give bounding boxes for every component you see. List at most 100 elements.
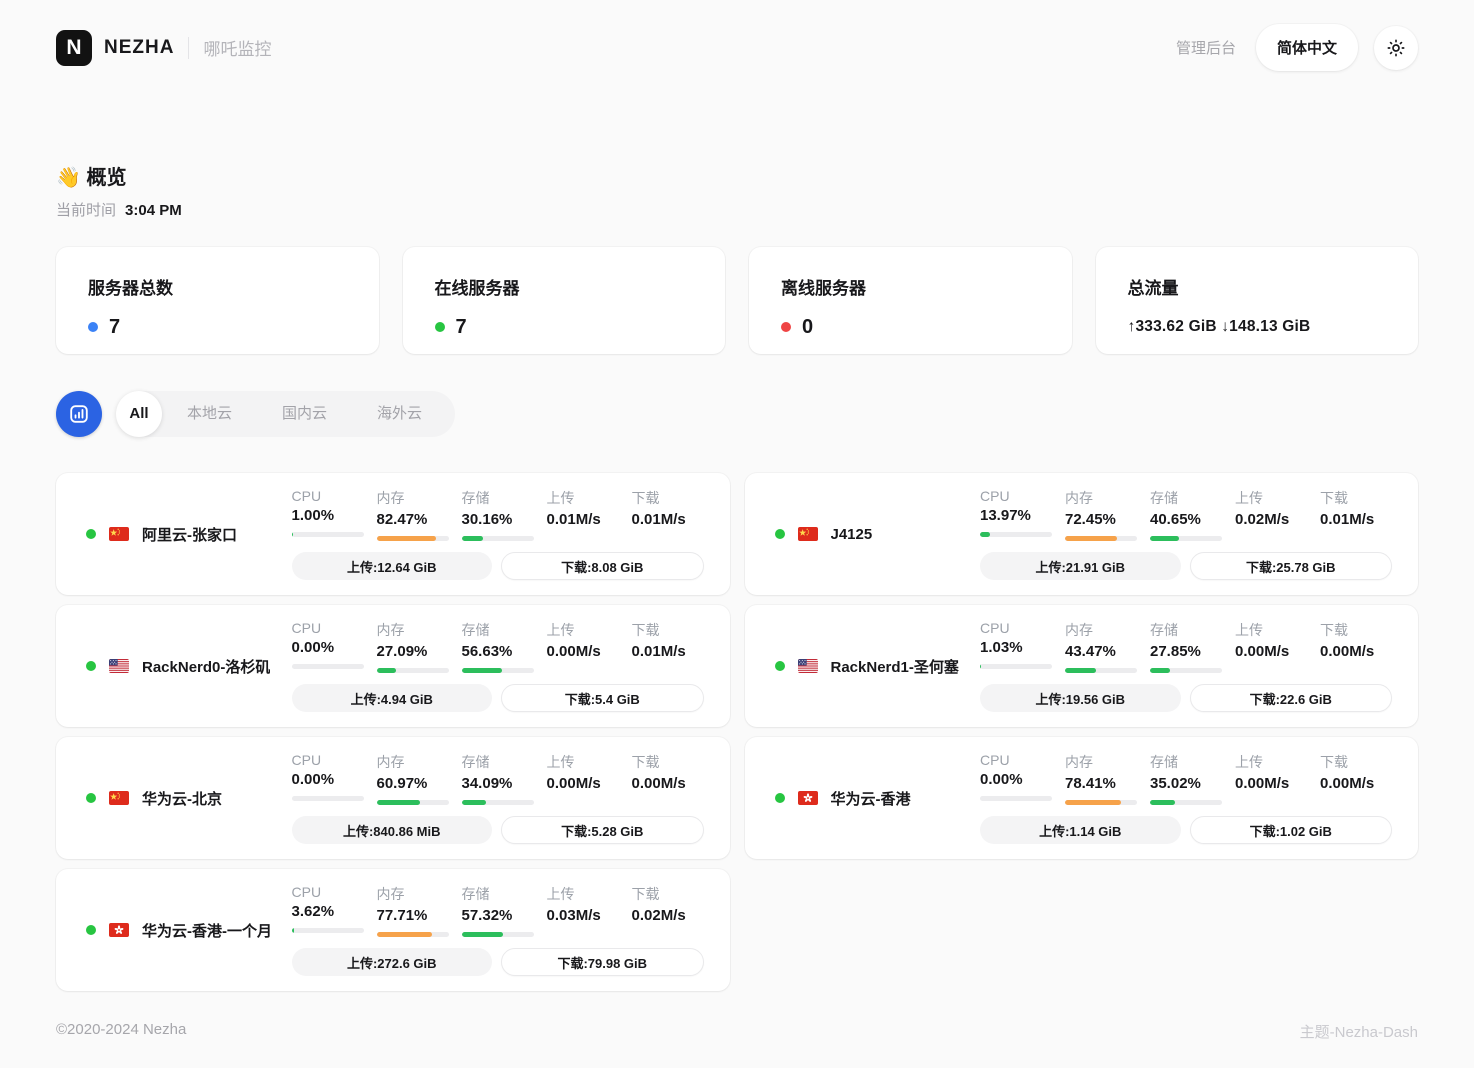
stat-card-total-servers: 服务器总数 7 [56,247,379,354]
metric-label: 下载 [632,884,704,904]
metric-value: 57.32% [462,907,534,924]
nezha-logo[interactable]: N [56,30,92,66]
metric-label: 上传 [1235,752,1307,772]
server-online-dot [86,793,96,803]
metric-label: 存储 [1150,488,1222,508]
stat-value: 7 [456,316,467,339]
theme-toggle-button[interactable] [1374,26,1418,70]
metric-label: CPU [980,752,1052,768]
metric-value: 30.16% [462,511,534,528]
metric-download: 下载 0.02M/s [632,884,704,937]
metric-label: CPU [292,752,364,768]
tab-local-cloud[interactable]: 本地云 [162,391,257,437]
metric-upload: 上传 0.01M/s [547,488,619,541]
metric-value: 0.01M/s [547,511,619,528]
metric-value: 0.01M/s [632,511,704,528]
server-card[interactable]: RackNerd0-洛杉矶 CPU 0.00% 内存 27.09% 存储 56.… [56,605,730,727]
metric-value: 77.71% [377,907,449,924]
metric-value: 13.97% [980,507,1052,524]
metric-storage: 存储 27.85% [1150,620,1222,673]
server-card[interactable]: 华为云-香港-一个月 CPU 3.62% 内存 77.71% 存储 57.32% [56,869,730,991]
metric-value: 78.41% [1065,775,1137,792]
server-metrics: CPU 0.00% 内存 27.09% 存储 56.63% 上传 0.00M/s [292,620,704,673]
metric-download: 下载 0.00M/s [632,752,704,805]
metric-value: 0.02M/s [1235,511,1307,528]
memory-progress-bar [377,668,449,673]
metric-cpu: CPU 0.00% [292,752,364,805]
stats-grid: 服务器总数 7 在线服务器 7 离线服务器 0 总流量 ↑333.62 GiB … [56,247,1418,354]
server-card[interactable]: J4125 CPU 13.97% 内存 72.45% 存储 40.65% [745,473,1419,595]
server-metrics: CPU 3.62% 内存 77.71% 存储 57.32% 上传 0.03M/s [292,884,704,937]
cpu-progress-bar [980,796,1052,801]
tab-all[interactable]: All [116,391,162,437]
download-total-badge: 下载:8.08 GiB [501,552,704,580]
bar-chart-icon [68,403,90,425]
servers-grid: 阿里云-张家口 CPU 1.00% 内存 82.47% 存储 30.16% [56,473,1418,991]
server-card[interactable]: 华为云-香港 CPU 0.00% 内存 78.41% 存储 35.02% [745,737,1419,859]
download-total-badge: 下载:25.78 GiB [1190,552,1393,580]
metric-value: 27.85% [1150,643,1222,660]
metric-download: 下载 0.00M/s [1320,620,1392,673]
metric-label: 存储 [462,620,534,640]
memory-progress-bar [1065,536,1137,541]
stat-title: 在线服务器 [435,274,694,299]
memory-progress-bar [377,932,449,937]
traffic-value: ↑333.62 GiB ↓148.13 GiB [1128,318,1311,336]
server-online-dot [775,793,785,803]
admin-panel-link[interactable]: 管理后台 [1176,37,1236,58]
current-time-value: 3:04 PM [125,202,182,219]
storage-progress-bar [462,536,534,541]
metric-cpu: CPU 3.62% [292,884,364,937]
metric-label: CPU [980,620,1052,636]
storage-progress-bar [1150,668,1222,673]
cpu-progress-bar [980,664,1052,669]
header-divider [188,37,189,59]
metric-label: 存储 [462,488,534,508]
metric-value: 72.45% [1065,511,1137,528]
server-card[interactable]: RackNerd1-圣何塞 CPU 1.03% 内存 43.47% 存储 27.… [745,605,1419,727]
logo-letter: N [66,36,81,60]
metric-value: 0.00M/s [1320,643,1392,660]
cpu-progress-bar [292,664,364,669]
footer: ©2020-2024 Nezha 主题-Nezha-Dash [56,1021,1418,1068]
metric-label: 上传 [1235,488,1307,508]
memory-progress-bar [377,800,449,805]
metric-download: 下载 0.01M/s [632,620,704,673]
metric-label: 内存 [1065,620,1137,640]
stat-card-total-traffic: 总流量 ↑333.62 GiB ↓148.13 GiB [1096,247,1419,354]
cpu-progress-bar [980,532,1052,537]
chart-view-button[interactable] [56,391,102,437]
server-name: RackNerd0-洛杉矶 [142,656,270,677]
language-button[interactable]: 简体中文 [1256,24,1358,71]
metric-memory: 内存 78.41% [1065,752,1137,805]
metric-value: 35.02% [1150,775,1222,792]
upload-total-badge: 上传:4.94 GiB [292,684,493,712]
server-metrics: CPU 13.97% 内存 72.45% 存储 40.65% 上传 0.02M/… [980,488,1392,541]
server-metrics: CPU 0.00% 内存 60.97% 存储 34.09% 上传 0.00M/s [292,752,704,805]
metric-storage: 存储 34.09% [462,752,534,805]
tab-domestic-cloud[interactable]: 国内云 [257,391,352,437]
server-card[interactable]: 华为云-北京 CPU 0.00% 内存 60.97% 存储 34.09% [56,737,730,859]
server-online-dot [86,529,96,539]
metric-value: 34.09% [462,775,534,792]
metric-upload: 上传 0.03M/s [547,884,619,937]
metric-label: 上传 [547,884,619,904]
metric-value: 60.97% [377,775,449,792]
metric-memory: 内存 77.71% [377,884,449,937]
upload-total-badge: 上传:21.91 GiB [980,552,1181,580]
cpu-progress-bar [292,532,364,537]
tab-overseas-cloud[interactable]: 海外云 [352,391,447,437]
stat-value: 0 [802,316,813,339]
metric-value: 0.00M/s [1235,775,1307,792]
storage-progress-bar [462,668,534,673]
stat-title: 离线服务器 [781,274,1040,299]
metric-label: 存储 [1150,752,1222,772]
server-card[interactable]: 阿里云-张家口 CPU 1.00% 内存 82.47% 存储 30.16% [56,473,730,595]
red-dot-icon [781,322,791,332]
server-online-dot [775,661,785,671]
filter-row: All 本地云 国内云 海外云 [56,391,1418,437]
server-name: 华为云-香港 [831,788,911,809]
metric-label: 下载 [632,488,704,508]
download-total-badge: 下载:5.28 GiB [501,816,704,844]
metric-label: 下载 [1320,620,1392,640]
